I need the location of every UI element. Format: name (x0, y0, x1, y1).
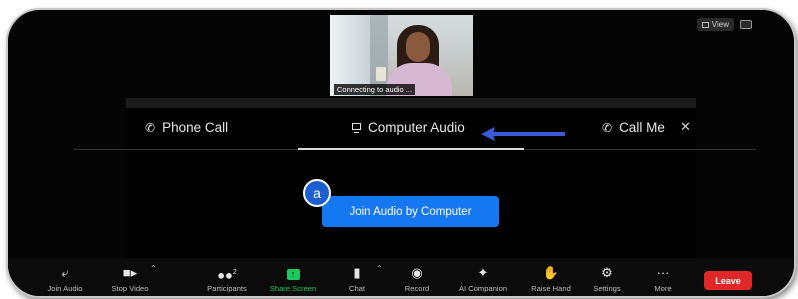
share-screen-icon: ↑ (286, 269, 300, 280)
annotation-badge: a (303, 179, 331, 207)
annotation-arrow (481, 127, 565, 141)
leave-button[interactable]: Leave (704, 271, 752, 290)
more-icon: ··· (656, 265, 670, 280)
view-button[interactable]: View (696, 18, 734, 31)
share-screen-button[interactable]: ↑ Share Screen (258, 265, 328, 293)
people-icon: ●●2 (217, 267, 237, 283)
meeting-stage: View Connecting to audio ... ✆ Phone Cal… (8, 10, 794, 296)
headphone-icon: ⤶ (61, 265, 69, 280)
stop-video-button[interactable]: ■▸ Stop Video ⌃ (95, 264, 165, 293)
tab-label: Computer Audio (368, 120, 465, 135)
more-button[interactable]: ··· More (628, 265, 698, 293)
tab-label: Phone Call (162, 120, 229, 135)
participant-count: 2 (232, 269, 237, 276)
zoom-meeting-window: View Connecting to audio ... ✆ Phone Cal… (6, 8, 796, 298)
dialog-top-bar (126, 98, 696, 108)
tab-phone-call[interactable]: ✆ Phone Call (145, 120, 228, 135)
active-tab-indicator (298, 148, 524, 150)
record-icon: ◉ (411, 265, 423, 280)
participant-video: Connecting to audio ... (330, 15, 473, 96)
close-icon[interactable]: ✕ (680, 119, 691, 135)
record-button[interactable]: ◉ Record (382, 265, 452, 293)
meeting-toolbar: ⤶ Join Audio ■▸ Stop Video ⌃ ●●2 Partici… (8, 258, 794, 296)
audio-dialog: ✆ Phone Call Computer Audio ✆ Call Me ✕ (74, 98, 756, 260)
participants-button[interactable]: ●●2 Participants (192, 265, 262, 293)
ai-companion-button[interactable]: ✦ AI Companion (448, 265, 518, 293)
tab-computer-audio[interactable]: Computer Audio (352, 120, 465, 135)
connecting-status: Connecting to audio ... (334, 84, 416, 95)
tab-call-me[interactable]: ✆ Call Me (602, 120, 665, 135)
fullscreen-icon[interactable] (740, 20, 752, 29)
view-label: View (711, 20, 729, 29)
tab-label: Call Me (619, 120, 665, 135)
phone-icon: ✆ (602, 120, 613, 135)
join-audio-button[interactable]: ⤶ Join Audio (30, 265, 100, 293)
monitor-icon (352, 123, 361, 133)
sparkle-icon: ✦ (477, 265, 489, 280)
phone-icon: ✆ (145, 120, 156, 135)
join-audio-by-computer-button[interactable]: Join Audio by Computer (322, 196, 499, 227)
chevron-up-icon[interactable]: ⌃ (150, 264, 157, 273)
grid-icon (701, 21, 709, 28)
view-controls: View (696, 18, 752, 31)
audio-tabs: ✆ Phone Call Computer Audio ✆ Call Me ✕ (70, 119, 750, 140)
